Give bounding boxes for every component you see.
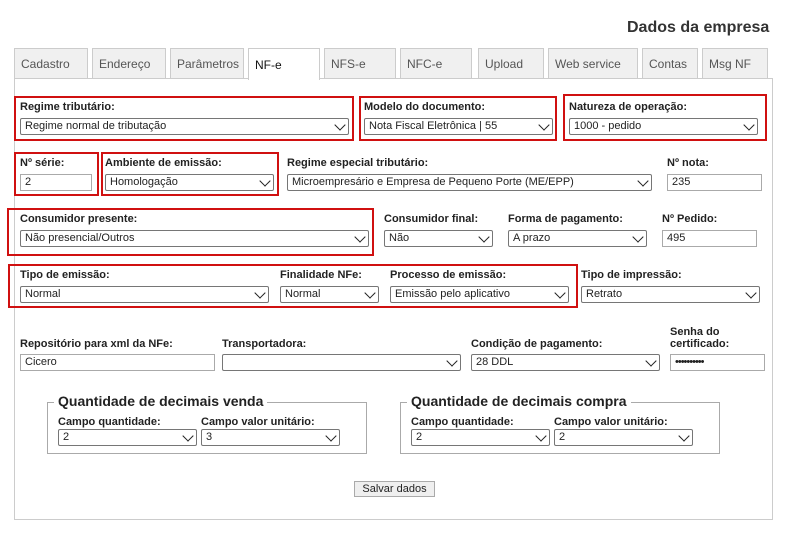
decimais-venda-legend: Quantidade de decimais venda [54,393,268,409]
regime-tributario-select[interactable]: Regime normal de tributação [20,118,349,135]
forma-pagamento-label: Forma de pagamento: [508,213,623,225]
finalidade-nfe-select[interactable]: Normal [280,286,379,303]
consumidor-final-label: Consumidor final: [384,213,479,225]
chevron-down-icon [745,287,757,299]
tab-cadastro[interactable]: Cadastro [14,48,88,78]
natureza-operacao-select[interactable]: 1000 - pedido [569,118,758,135]
processo-emissao-select[interactable]: Emissão pelo aplicativo [390,286,569,303]
save-button[interactable]: Salvar dados [354,481,435,497]
modelo-documento-label: Modelo do documento: [364,101,485,113]
repositorio-xml-label: Repositório para xml da NFe: [20,338,173,350]
consumidor-final-select[interactable]: Não [384,230,493,247]
natureza-operacao-label: Natureza de operação: [569,101,687,113]
consumidor-presente-label: Consumidor presente: [20,213,138,225]
tipo-emissao-label: Tipo de emissão: [20,269,110,281]
venda-campo-valor-unitario-select[interactable]: 3 [201,429,340,446]
tab-web-service[interactable]: Web service [548,48,638,78]
numero-nota-input[interactable]: 235 [667,174,762,191]
regime-tributario-label: Regime tributário: [20,101,115,113]
tab-nfse[interactable]: NFS-e [324,48,396,78]
condicao-pagamento-select[interactable]: 28 DDL [471,354,660,371]
compra-campo-quantidade-label: Campo quantidade: [411,416,514,428]
chevron-down-icon [645,355,657,367]
chevron-down-icon [354,231,366,243]
chevron-down-icon [632,231,644,243]
senha-certificado-label-line1: Senha do [670,326,720,338]
numero-nota-label: Nº nota: [667,157,709,169]
venda-campo-valor-unitario-label: Campo valor unitário: [201,416,315,428]
serie-label: Nº série: [20,157,65,169]
decimais-compra-legend: Quantidade de decimais compra [407,393,631,409]
forma-pagamento-select[interactable]: A prazo [508,230,647,247]
tipo-emissao-select[interactable]: Normal [20,286,269,303]
chevron-down-icon [446,355,458,367]
transportadora-select[interactable] [222,354,461,371]
chevron-down-icon [182,430,194,442]
compra-campo-quantidade-select[interactable]: 2 [411,429,550,446]
tipo-impressao-select[interactable]: Retrato [581,286,760,303]
chevron-down-icon [535,430,547,442]
consumidor-presente-select[interactable]: Não presencial/Outros [20,230,369,247]
modelo-documento-select[interactable]: Nota Fiscal Eletrônica | 55 [364,118,553,135]
finalidade-nfe-label: Finalidade NFe: [280,269,362,281]
numero-pedido-label: Nº Pedido: [662,213,718,225]
tab-nfce[interactable]: NFC-e [400,48,472,78]
senha-certificado-input[interactable]: •••••••••• [670,354,765,371]
chevron-down-icon [254,287,266,299]
regime-especial-select[interactable]: Microempresário e Empresa de Pequeno Por… [287,174,652,191]
chevron-down-icon [743,119,755,131]
chevron-down-icon [325,430,337,442]
decimais-venda-fieldset [47,402,367,454]
tab-upload[interactable]: Upload [478,48,544,78]
compra-campo-valor-unitario-select[interactable]: 2 [554,429,693,446]
processo-emissao-label: Processo de emissão: [390,269,507,281]
chevron-down-icon [334,119,346,131]
chevron-down-icon [538,119,550,131]
ambiente-emissao-select[interactable]: Homologação [105,174,274,191]
tipo-impressao-label: Tipo de impressão: [581,269,682,281]
chevron-down-icon [364,287,376,299]
decimais-compra-fieldset [400,402,720,454]
serie-input[interactable]: 2 [20,174,92,191]
chevron-down-icon [478,231,490,243]
transportadora-label: Transportadora: [222,338,307,350]
page-title: Dados da empresa [627,19,770,36]
repositorio-xml-input[interactable]: Cicero [20,354,215,371]
tab-nfe[interactable]: NF-e [248,48,320,80]
senha-certificado-label-line2: certificado: [670,338,730,350]
compra-campo-valor-unitario-label: Campo valor unitário: [554,416,668,428]
tab-msg-nf[interactable]: Msg NF [702,48,768,78]
regime-especial-label: Regime especial tributário: [287,157,429,169]
ambiente-emissao-label: Ambiente de emissão: [105,157,222,169]
tab-endereco[interactable]: Endereço [92,48,166,78]
tab-contas[interactable]: Contas [642,48,698,78]
tab-parametros[interactable]: Parâmetros [170,48,244,78]
chevron-down-icon [259,175,271,187]
chevron-down-icon [554,287,566,299]
chevron-down-icon [678,430,690,442]
venda-campo-quantidade-label: Campo quantidade: [58,416,161,428]
condicao-pagamento-label: Condição de pagamento: [471,338,603,350]
numero-pedido-input[interactable]: 495 [662,230,757,247]
venda-campo-quantidade-select[interactable]: 2 [58,429,197,446]
chevron-down-icon [637,175,649,187]
